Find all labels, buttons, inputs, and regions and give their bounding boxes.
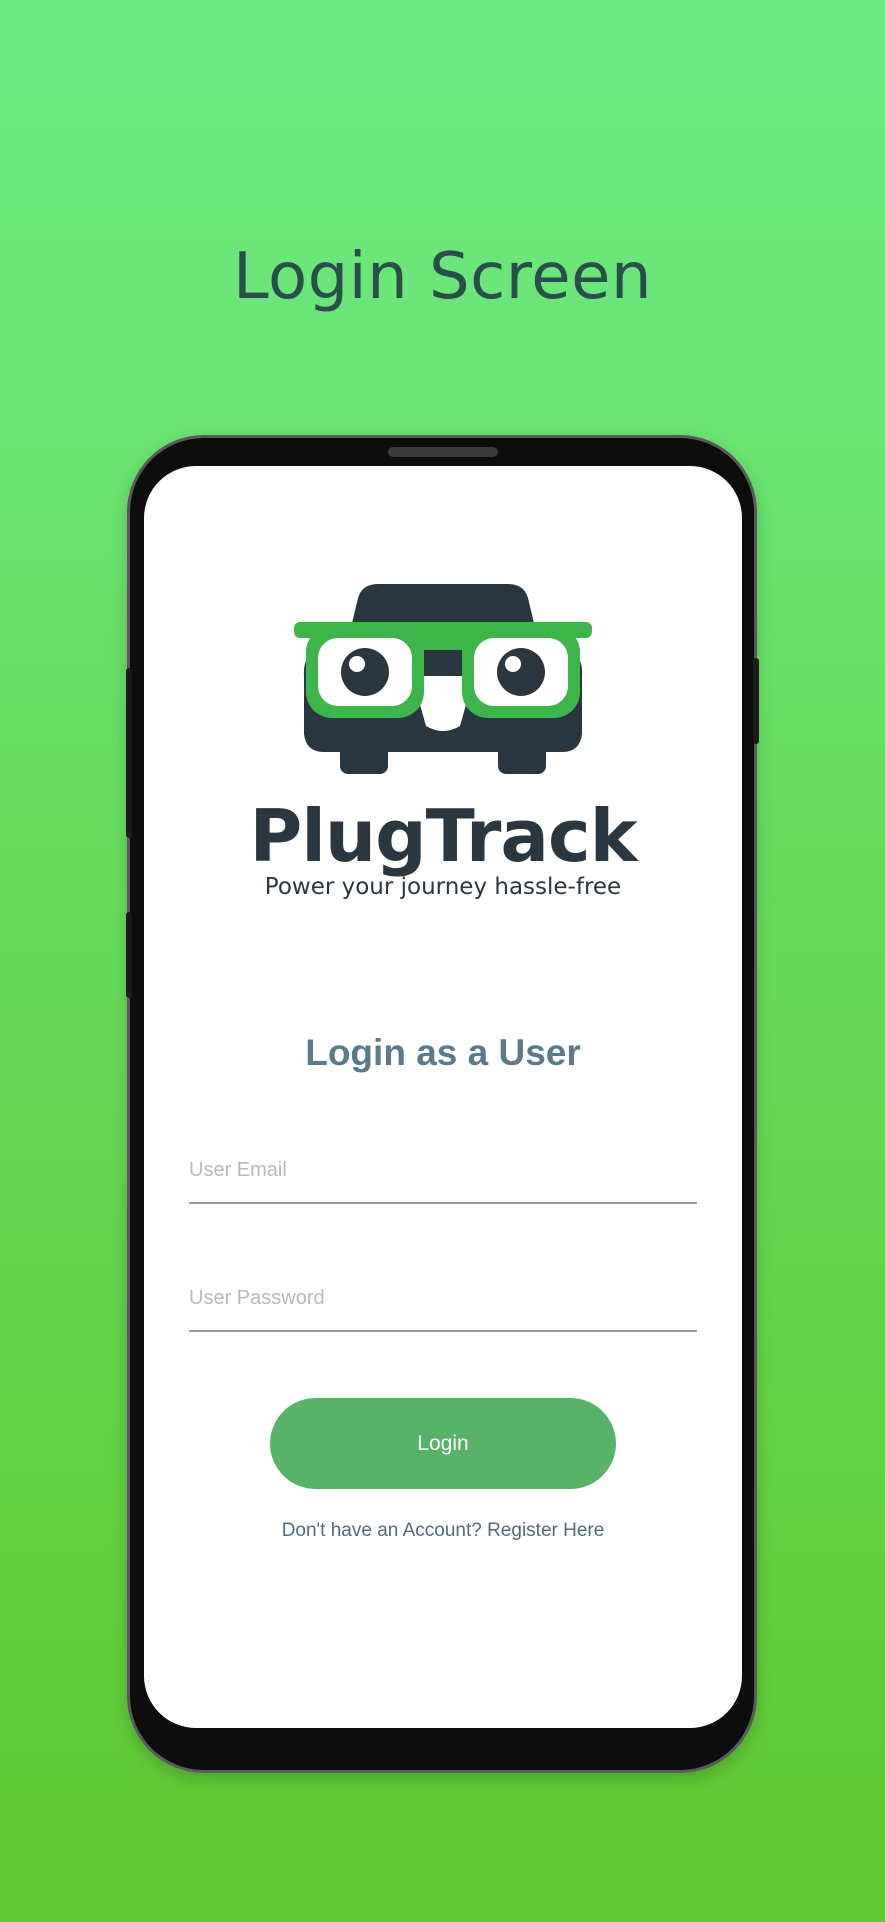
phone-side-button-left-1 (126, 668, 132, 838)
car-with-glasses-icon (294, 584, 592, 774)
login-title: Login as a User (305, 1032, 581, 1073)
brand-tagline: Power your journey hassle-free (264, 874, 622, 900)
phone-screen: PlugTrack Power your journey hassle-free… (144, 466, 742, 1728)
login-button[interactable]: Login (270, 1398, 616, 1489)
password-field[interactable] (189, 1272, 697, 1332)
phone-side-button-right (753, 658, 759, 744)
brand-name: PlugTrack (249, 794, 637, 878)
page-headline: Login Screen (232, 240, 653, 314)
app-logo (294, 576, 592, 781)
phone-side-button-left-2 (126, 912, 132, 998)
email-field[interactable] (189, 1144, 697, 1204)
register-link[interactable]: Don't have an Account? Register Here (144, 1520, 742, 1542)
phone-speaker (388, 447, 498, 457)
